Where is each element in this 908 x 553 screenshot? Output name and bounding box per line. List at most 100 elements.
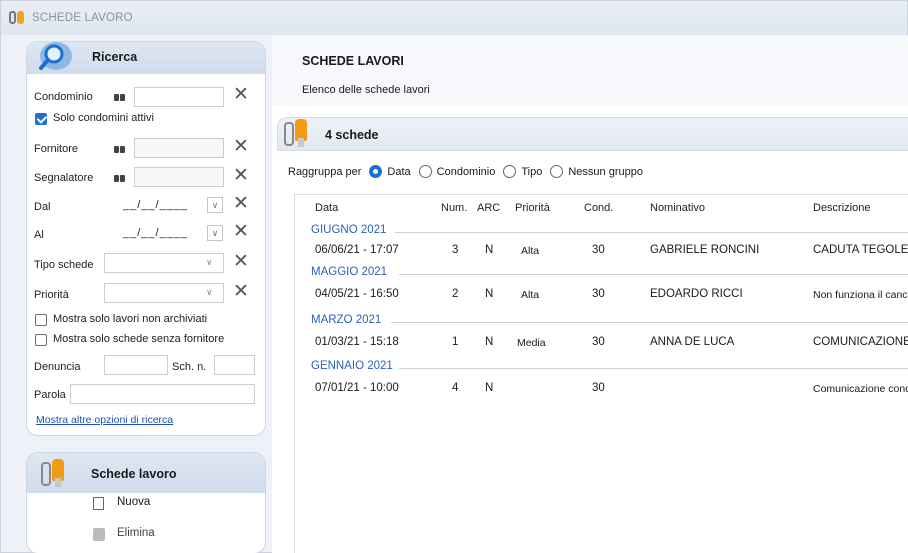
binoculars-icon[interactable] bbox=[114, 173, 126, 183]
non-archiviati-checkbox[interactable] bbox=[35, 314, 47, 326]
chevron-down-icon: ∨ bbox=[206, 257, 213, 267]
dal-date-input[interactable]: __/__/____ bbox=[123, 199, 188, 211]
priorita-label: Priorità bbox=[34, 289, 69, 301]
condominio-label: Condominio bbox=[34, 91, 93, 103]
tools-icon bbox=[8, 9, 26, 27]
cell-descrizione: CADUTA TEGOLE bbox=[813, 244, 908, 256]
non-archiviati-label: Mostra solo lavori non archiviati bbox=[53, 313, 208, 325]
search-panel-title: Ricerca bbox=[92, 50, 138, 64]
chevron-down-icon: ∨ bbox=[206, 287, 213, 297]
cell-priorita: Alta bbox=[521, 289, 540, 301]
schede-group-header: 4 schede bbox=[277, 117, 908, 151]
cell-cond: 30 bbox=[592, 336, 605, 348]
senza-fornitore-checkbox[interactable] bbox=[35, 334, 47, 346]
clear-dal-icon[interactable]: ✕ bbox=[233, 194, 249, 213]
cell-priorita: Media bbox=[517, 337, 546, 349]
group-option-none[interactable]: Nessun gruppo bbox=[568, 166, 643, 178]
cell-descrizione: Comunicazione condomini bbox=[813, 383, 908, 395]
solo-attivi-checkbox[interactable] bbox=[35, 113, 47, 125]
clear-tipo-schede-icon[interactable]: ✕ bbox=[233, 252, 249, 271]
more-options-link[interactable]: Mostra altre opzioni di ricerca bbox=[36, 414, 173, 426]
cell-descrizione: COMUNICAZIONE bbox=[813, 336, 908, 348]
tools-icon bbox=[39, 458, 67, 488]
clear-al-icon[interactable]: ✕ bbox=[233, 222, 249, 241]
group-option-data[interactable]: Data bbox=[387, 166, 410, 178]
new-button[interactable]: Nuova bbox=[117, 496, 150, 508]
group-none-radio[interactable] bbox=[550, 165, 564, 178]
al-label: Al bbox=[34, 229, 44, 241]
cell-num: 3 bbox=[452, 244, 459, 256]
tools-icon bbox=[282, 118, 310, 148]
cell-arc: N bbox=[485, 382, 494, 394]
group-data-radio[interactable] bbox=[369, 165, 383, 178]
cell-nominativo: GABRIELE RONCINI bbox=[650, 244, 760, 256]
cell-arc: N bbox=[485, 288, 494, 300]
col-header-data[interactable]: Data bbox=[315, 202, 338, 214]
cell-num: 2 bbox=[452, 288, 459, 300]
clear-condominio-icon[interactable]: ✕ bbox=[233, 85, 249, 104]
group-divider bbox=[399, 368, 908, 369]
cell-priorita: Alta bbox=[521, 245, 540, 257]
col-header-cond[interactable]: Cond. bbox=[584, 202, 613, 214]
app-window: SCHEDE LAVORO Ricerca Condominio ✕ Solo … bbox=[0, 0, 908, 553]
new-document-icon[interactable] bbox=[93, 497, 104, 510]
cell-descrizione: Non funziona il cancello bbox=[813, 289, 908, 301]
al-calendar-dropdown[interactable]: ∨ bbox=[207, 225, 223, 241]
sch-n-label: Sch. n. bbox=[172, 361, 207, 373]
sch-n-field[interactable] bbox=[214, 355, 255, 375]
page-subtitle: Elenco delle schede lavori bbox=[302, 84, 430, 96]
page-title: SCHEDE LAVORI bbox=[302, 54, 404, 68]
col-header-priorita[interactable]: Priorità bbox=[515, 202, 550, 214]
cell-arc: N bbox=[485, 244, 494, 256]
group-option-condominio[interactable]: Condominio bbox=[437, 166, 496, 178]
cell-num: 1 bbox=[452, 336, 459, 348]
search-panel: Ricerca Condominio ✕ Solo condomini atti… bbox=[26, 41, 266, 436]
cell-arc: N bbox=[485, 336, 494, 348]
denuncia-label: Denuncia bbox=[34, 361, 81, 373]
col-header-arc[interactable]: ARC bbox=[477, 202, 500, 214]
group-tipo-radio[interactable] bbox=[503, 165, 517, 178]
group-label: GIUGNO 2021 bbox=[311, 224, 387, 236]
binoculars-icon[interactable] bbox=[114, 144, 126, 154]
col-header-descrizione[interactable]: Descrizione bbox=[813, 202, 870, 214]
window-title: SCHEDE LAVORO bbox=[32, 12, 133, 24]
tipo-schede-label: Tipo schede bbox=[34, 259, 94, 271]
actions-panel-header: Schede lavoro bbox=[27, 453, 265, 493]
cell-data: 07/01/21 - 10:00 bbox=[315, 382, 399, 394]
parola-field[interactable] bbox=[70, 384, 255, 404]
col-header-nominativo[interactable]: Nominativo bbox=[650, 202, 705, 214]
clear-priorita-icon[interactable]: ✕ bbox=[233, 282, 249, 301]
col-header-num[interactable]: Num. bbox=[441, 202, 467, 214]
tipo-schede-select[interactable]: ∨ bbox=[104, 253, 224, 273]
cell-data: 06/06/21 - 17:07 bbox=[315, 244, 399, 256]
actions-panel: Schede lavoro Nuova Elimina bbox=[26, 452, 266, 553]
group-divider bbox=[395, 232, 908, 233]
delete-button[interactable]: Elimina bbox=[117, 527, 155, 539]
dal-calendar-dropdown[interactable]: ∨ bbox=[207, 197, 223, 213]
magnifier-icon bbox=[39, 42, 72, 70]
cell-nominativo: ANNA DE LUCA bbox=[650, 336, 735, 348]
cell-cond: 30 bbox=[592, 288, 605, 300]
clear-fornitore-icon[interactable]: ✕ bbox=[233, 137, 249, 156]
group-divider bbox=[391, 322, 908, 323]
clear-segnalatore-icon[interactable]: ✕ bbox=[233, 166, 249, 185]
trash-icon[interactable] bbox=[93, 528, 105, 541]
solo-attivi-label: Solo condomini attivi bbox=[53, 112, 154, 124]
fornitore-field[interactable] bbox=[134, 138, 224, 158]
group-condominio-radio[interactable] bbox=[418, 165, 432, 178]
group-option-tipo[interactable]: Tipo bbox=[521, 166, 542, 178]
group-label: GENNAIO 2021 bbox=[311, 360, 393, 372]
cell-num: 4 bbox=[452, 382, 459, 394]
denuncia-field[interactable] bbox=[104, 355, 168, 375]
group-label: MARZO 2021 bbox=[311, 314, 382, 326]
segnalatore-field[interactable] bbox=[134, 167, 224, 187]
binoculars-icon[interactable] bbox=[114, 92, 126, 102]
condominio-field[interactable] bbox=[134, 87, 224, 107]
cell-cond: 30 bbox=[592, 382, 605, 394]
actions-panel-title: Schede lavoro bbox=[91, 467, 177, 481]
al-date-input[interactable]: __/__/____ bbox=[123, 227, 188, 239]
priorita-select[interactable]: ∨ bbox=[104, 283, 224, 303]
main-content: SCHEDE LAVORI Elenco delle schede lavori… bbox=[272, 35, 908, 553]
group-label: MAGGIO 2021 bbox=[311, 266, 388, 278]
cell-data: 04/05/21 - 16:50 bbox=[315, 288, 399, 300]
